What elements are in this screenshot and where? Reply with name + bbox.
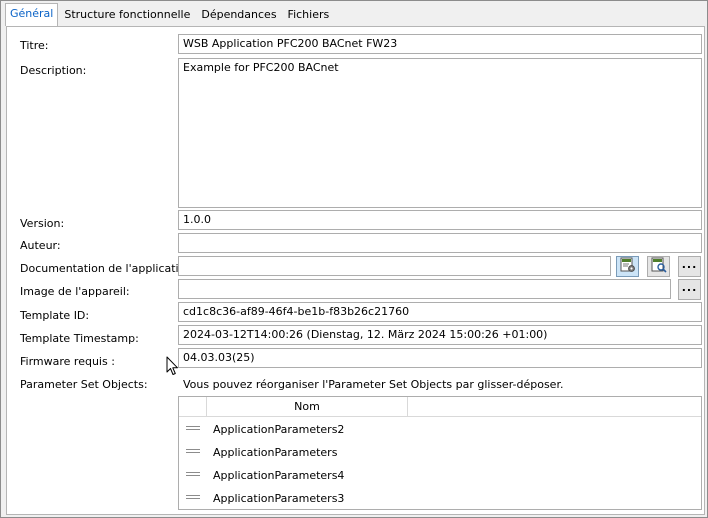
title-label: Titre: — [20, 39, 49, 52]
drag-handle-icon[interactable] — [186, 449, 200, 453]
version-field[interactable]: 1.0.0 — [178, 210, 702, 230]
tab-files[interactable]: Fichiers — [283, 4, 335, 25]
name-column-header[interactable]: Nom — [207, 397, 408, 416]
table-row[interactable]: ApplicationParameters2 — [179, 418, 701, 441]
version-label: Version: — [20, 217, 65, 230]
parameter-set-name: ApplicationParameters4 — [213, 469, 345, 482]
browse-label: ... — [681, 257, 698, 271]
parameter-set-objects-table: Nom ApplicationParameters2 ApplicationPa… — [178, 396, 702, 510]
tab-dependencies[interactable]: Dépendances — [196, 4, 281, 25]
template-id-field[interactable]: cd1c8c36-af89-46f4-be1b-f83b26c21760 — [178, 302, 702, 322]
author-label: Auteur: — [20, 239, 61, 252]
description-field[interactable]: Example for PFC200 BACnet — [178, 58, 702, 208]
documentation-browse-button[interactable]: ... — [678, 256, 701, 277]
parameter-set-name: ApplicationParameters — [213, 446, 338, 459]
drag-handle-icon[interactable] — [186, 495, 200, 499]
template-id-label: Template ID: — [20, 309, 90, 322]
drag-handle-icon[interactable] — [186, 426, 200, 430]
document-settings-icon — [620, 257, 636, 276]
tab-general[interactable]: Général — [5, 3, 59, 26]
device-image-label: Image de l'appareil: — [20, 285, 130, 298]
parameter-set-objects-label: Parameter Set Objects: — [20, 378, 148, 391]
documentation-field[interactable] — [178, 256, 611, 276]
description-label: Description: — [20, 64, 87, 77]
parameter-set-name: ApplicationParameters3 — [213, 492, 345, 505]
table-row[interactable]: ApplicationParameters4 — [179, 464, 701, 487]
firmware-field[interactable]: 04.03.03(25) — [178, 348, 702, 368]
drag-column-header — [179, 397, 207, 416]
mouse-pointer-icon — [166, 356, 179, 379]
device-image-browse-button[interactable]: ... — [678, 279, 701, 300]
title-field[interactable]: WSB Application PFC200 BACnet FW23 — [178, 34, 702, 54]
tab-bar: Général Structure fonctionnelle Dépendan… — [5, 3, 335, 26]
browse-label: ... — [681, 280, 698, 294]
documentation-preview-button[interactable] — [647, 256, 670, 277]
template-timestamp-label: Template Timestamp: — [20, 332, 139, 345]
parameter-set-objects-hint: Vous pouvez réorganiser l'Parameter Set … — [183, 378, 564, 391]
table-header: Nom — [179, 397, 701, 417]
documentation-label: Documentation de l'application: — [20, 262, 197, 275]
general-panel: Titre: WSB Application PFC200 BACnet FW2… — [6, 26, 705, 515]
template-timestamp-field[interactable]: 2024-03-12T14:00:26 (Dienstag, 12. März … — [178, 325, 702, 345]
firmware-label: Firmware requis : — [20, 355, 115, 368]
tab-functional-structure[interactable]: Structure fonctionnelle — [59, 4, 195, 25]
table-row[interactable]: ApplicationParameters3 — [179, 487, 701, 510]
author-field[interactable] — [178, 233, 702, 253]
drag-handle-icon[interactable] — [186, 472, 200, 476]
device-image-field[interactable] — [178, 279, 671, 299]
table-row[interactable]: ApplicationParameters — [179, 441, 701, 464]
parameter-set-name: ApplicationParameters2 — [213, 423, 345, 436]
document-preview-icon — [651, 257, 667, 276]
documentation-settings-button[interactable] — [616, 256, 639, 277]
properties-window: Général Structure fonctionnelle Dépendan… — [0, 0, 708, 518]
